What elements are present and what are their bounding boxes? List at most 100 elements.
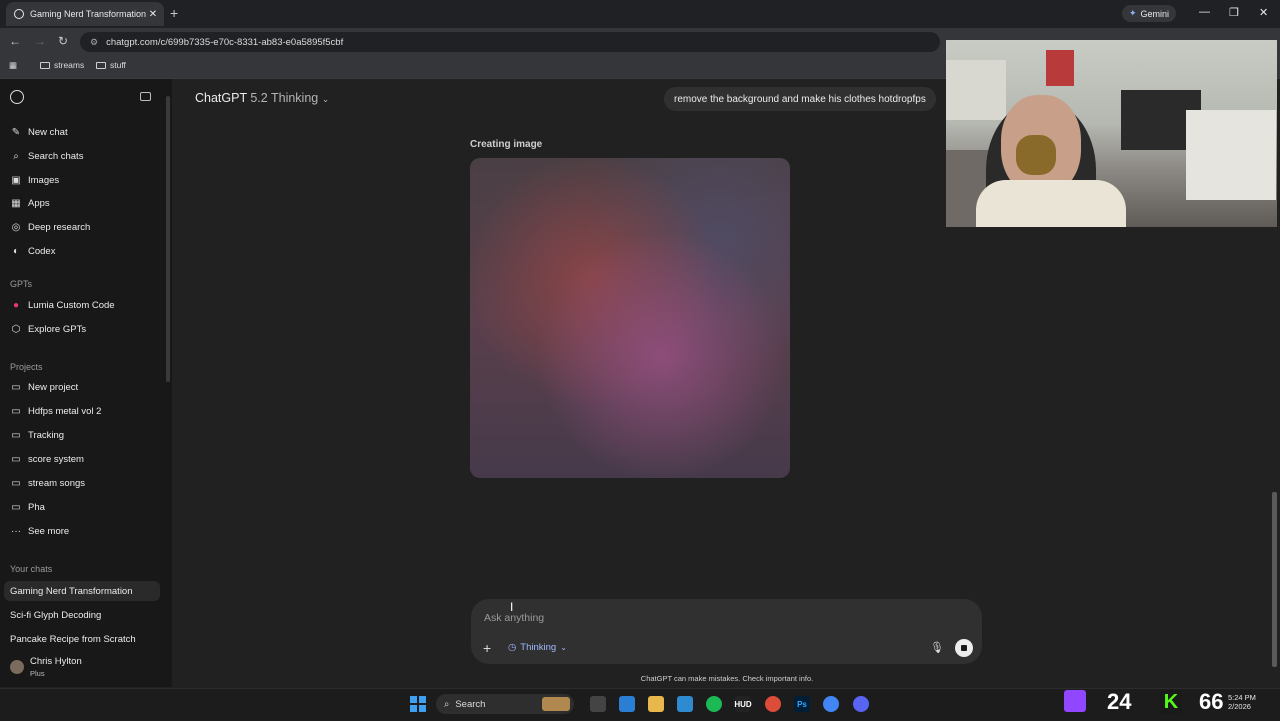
user-name[interactable]: Chris Hylton — [30, 656, 82, 667]
sidebar-item-label: stream songs — [28, 478, 86, 489]
sidebar-item-deep-research[interactable]: ◎ Deep research — [10, 222, 91, 233]
text-cursor-icon: I — [510, 600, 514, 614]
sidebar-item-lumia-custom-code[interactable]: ● Lumia Custom Code — [10, 300, 115, 311]
sidebar-item-label: See more — [28, 526, 70, 537]
sidebar-item-explore-gpts[interactable]: ⬡ Explore GPTs — [10, 324, 86, 335]
sidebar-item-label: Search chats — [28, 151, 84, 162]
folder-icon: ▭ — [11, 478, 21, 489]
discord-icon[interactable] — [853, 696, 869, 712]
avatar[interactable] — [10, 660, 24, 674]
spotify-icon[interactable] — [706, 696, 722, 712]
gemini-sparkle-icon: ✦ — [1129, 8, 1137, 18]
photoshop-icon[interactable]: Ps — [794, 696, 810, 712]
openai-logo-icon[interactable] — [10, 90, 24, 104]
folder-icon: ▭ — [11, 406, 21, 417]
disclaimer-text: ChatGPT can make mistakes. Check importa… — [640, 674, 814, 683]
task-view-icon[interactable] — [590, 696, 606, 712]
system-clock[interactable]: 5:24 PM 2/2026 — [1228, 693, 1256, 711]
chrome-active-icon[interactable] — [823, 696, 839, 712]
chat-item-sci-fi-glyph-decoding[interactable]: Sci-fi Glyph Decoding — [10, 610, 101, 621]
sidebar-item-label: score system — [28, 454, 84, 465]
explore-gpts-icon: ⬡ — [11, 324, 21, 335]
model-selector[interactable]: ChatGPT 5.2 Thinking ⌄ — [195, 91, 329, 105]
stop-generation-button[interactable] — [955, 639, 973, 657]
chrome-icon[interactable] — [765, 696, 781, 712]
sidebar-scrollbar[interactable] — [166, 96, 170, 382]
minimize-button[interactable]: — — [1199, 6, 1210, 18]
user-message-bubble: remove the background and make his cloth… — [664, 87, 936, 111]
sidebar-item-label: New project — [28, 382, 79, 393]
gemini-button[interactable]: ✦ Gemini — [1122, 5, 1177, 22]
tab-title: Gaming Nerd Transformation — [30, 9, 146, 19]
webcam-shirt — [976, 180, 1126, 227]
your-chats-heading: Your chats — [10, 564, 53, 574]
notepad-icon[interactable] — [677, 696, 693, 712]
sidebar-item-see-more[interactable]: ··· See more — [10, 526, 69, 537]
thinking-mode-button[interactable]: ◷ Thinking ⌄ — [508, 642, 567, 653]
taskbar-search[interactable]: ⌕ Search — [436, 694, 574, 714]
bookmark-folder-streams[interactable]: streams — [40, 60, 84, 70]
main-scrollbar[interactable] — [1272, 492, 1277, 667]
sidebar-item-codex[interactable]: ◐ Codex — [10, 246, 56, 257]
taskbar-search-label: Search — [455, 698, 486, 710]
sidebar-item-project[interactable]: ▭ score system — [10, 454, 84, 465]
webcam-cabinet — [1186, 110, 1276, 200]
folder-icon — [40, 61, 50, 69]
sidebar-item-new-chat[interactable]: ✎ New chat — [10, 127, 68, 138]
sidebar-item-project[interactable]: ▭ Tracking — [10, 430, 64, 441]
sidebar-item-project[interactable]: ▭ stream songs — [10, 478, 85, 489]
site-info-icon[interactable]: ⚙ — [90, 37, 98, 48]
address-bar[interactable]: ⚙ chatgpt.com/c/699b7335-e70c-8331-ab83-… — [80, 32, 940, 52]
url-text: chatgpt.com/c/699b7335-e70c-8331-ab83-e0… — [106, 36, 344, 48]
hud-app-icon[interactable]: HUD — [734, 696, 752, 712]
deep-research-icon: ◎ — [11, 222, 21, 233]
sidebar-item-images[interactable]: ▣ Images — [10, 175, 59, 186]
chevron-down-icon: ⌄ — [560, 643, 567, 652]
sidebar-item-project[interactable]: ▭ Hdfps metal vol 2 — [10, 406, 101, 417]
sidebar-item-project[interactable]: ▭ Pha — [10, 502, 45, 513]
twitch-icon[interactable] — [1064, 690, 1086, 712]
tab-close-icon[interactable]: ✕ — [146, 9, 160, 20]
webcam-food — [1016, 135, 1056, 175]
sidebar-toggle-icon[interactable] — [140, 92, 151, 101]
counter-b: 66 — [1199, 689, 1224, 714]
bookmark-label: stuff — [110, 60, 126, 70]
kick-icon[interactable]: K — [1160, 690, 1182, 714]
new-tab-button[interactable]: + — [170, 5, 178, 21]
more-dots-icon: ··· — [11, 526, 21, 537]
prompt-input[interactable] — [484, 611, 904, 625]
add-attachment-button[interactable]: + — [483, 640, 491, 656]
image-status-label: Creating image — [470, 139, 543, 150]
file-explorer-icon[interactable] — [648, 696, 664, 712]
chat-item-pancake-recipe[interactable]: Pancake Recipe from Scratch — [10, 634, 136, 645]
sidebar-item-label: Pha — [28, 502, 45, 513]
lumia-icon: ● — [12, 300, 20, 311]
apps-grid-icon[interactable]: ▦ — [9, 60, 17, 71]
chat-item-gaming-nerd-transformation[interactable]: Gaming Nerd Transformation — [10, 586, 133, 597]
sidebar-item-label: Hdfps metal vol 2 — [28, 406, 102, 417]
maximize-button[interactable]: ❐ — [1229, 6, 1239, 19]
projects-heading: Projects — [10, 362, 43, 372]
sidebar-item-label: Lumia Custom Code — [28, 300, 115, 311]
sidebar-item-label: Deep research — [28, 222, 91, 233]
search-highlight-icon — [542, 697, 570, 711]
sidebar-item-apps[interactable]: ▦ Apps — [10, 198, 50, 209]
reload-icon[interactable]: ↻ — [58, 34, 68, 48]
webcam-wall — [946, 60, 1006, 120]
microphone-icon[interactable]: 🎙 — [930, 641, 944, 654]
back-arrow-icon[interactable]: ← — [9, 34, 21, 48]
sidebar-item-label: Codex — [28, 246, 56, 257]
sidebar-item-new-project[interactable]: ▭ New project — [10, 382, 78, 393]
generating-image-preview — [470, 158, 790, 478]
sidebar-item-search-chats[interactable]: ⌕ Search chats — [10, 151, 83, 162]
gpts-heading: GPTs — [10, 279, 33, 289]
copilot-icon[interactable] — [619, 696, 635, 712]
forward-arrow-icon[interactable]: → — [34, 34, 46, 48]
browser-tab[interactable]: Gaming Nerd Transformation ✕ — [6, 2, 164, 26]
clock-icon: ◷ — [508, 642, 517, 653]
codex-icon: ◐ — [12, 246, 20, 257]
sidebar-item-label: Apps — [28, 198, 50, 209]
bookmark-folder-stuff[interactable]: stuff — [96, 60, 126, 70]
windows-start-icon[interactable] — [410, 696, 426, 712]
close-window-button[interactable]: ✕ — [1259, 6, 1268, 19]
